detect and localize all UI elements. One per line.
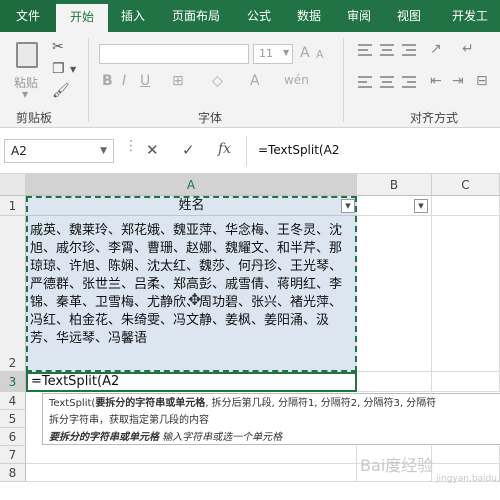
row-header-1[interactable]: 1 xyxy=(0,196,26,216)
copy-dropdown-icon[interactable]: ▼ xyxy=(70,66,76,74)
tab-formulas[interactable]: 公式 xyxy=(236,0,282,32)
tab-developer[interactable]: 开发工 xyxy=(440,0,500,32)
enter-icon[interactable]: ✓ xyxy=(182,141,195,159)
formula-bar: A2 ▼ ⋮ ✕ ✓ fx =TextSplit(A2 xyxy=(0,128,500,174)
group-divider xyxy=(343,38,344,122)
font-size-dropdown-icon[interactable]: ▼ xyxy=(283,49,289,57)
tooltip-argument-help: 要拆分的字符串或单元格 输入字符串或选一个单元格 xyxy=(49,432,283,443)
tab-review[interactable]: 审阅 xyxy=(336,0,382,32)
align-middle-icon[interactable] xyxy=(380,44,394,56)
font-color-icon[interactable]: A xyxy=(250,74,260,88)
move-cursor-icon: ✥ xyxy=(188,290,202,309)
cell-a8[interactable] xyxy=(26,464,357,482)
row-header-2[interactable]: 2 xyxy=(0,216,26,372)
phonetic-icon[interactable]: wén xyxy=(284,74,309,86)
tab-page-layout[interactable]: 页面布局 xyxy=(160,0,232,32)
paste-button[interactable]: 粘贴 ▼ xyxy=(8,38,48,99)
paste-label: 粘贴 xyxy=(14,76,39,90)
tooltip-description: 拆分字符串，获取指定第几段的内容 xyxy=(49,415,209,426)
fill-color-icon[interactable]: ◇ xyxy=(212,74,223,88)
more-options-icon[interactable]: ⋮ xyxy=(124,138,138,154)
font-group-label: 字体 xyxy=(198,111,223,125)
column-header-a[interactable]: A xyxy=(26,174,357,196)
tab-file[interactable]: 文件 xyxy=(0,0,56,32)
cell-c3[interactable] xyxy=(432,372,500,392)
row-header-8[interactable]: 8 xyxy=(0,464,26,482)
alignment-group-label: 对齐方式 xyxy=(410,111,459,125)
bold-icon[interactable]: B xyxy=(102,74,113,88)
align-top-icon[interactable] xyxy=(358,44,372,56)
name-box-value: A2 xyxy=(11,144,27,158)
row-header-6[interactable]: 6 xyxy=(0,428,26,446)
underline-icon[interactable]: U xyxy=(140,74,150,88)
row-header-3[interactable]: 3 xyxy=(0,372,26,392)
select-all-corner[interactable] xyxy=(0,174,26,196)
copy-icon[interactable]: ❐ xyxy=(52,62,65,76)
merge-center-icon[interactable]: ⊟ xyxy=(476,74,488,88)
format-painter-icon[interactable]: 🖌 xyxy=(52,84,70,98)
excel-window: 文件 开始 插入 页面布局 公式 数据 审阅 视图 开发工 粘贴 ▼ ✂ ❐ 🖌… xyxy=(0,0,500,500)
ribbon-home: 粘贴 ▼ ✂ ❐ 🖌 ▼ 剪贴板 11 ▼ A A B I U ⊞ ◇ A wé… xyxy=(0,32,500,128)
shrink-font-icon[interactable]: A xyxy=(316,49,324,60)
grow-font-icon[interactable]: A xyxy=(300,46,310,60)
cell-a7[interactable] xyxy=(26,446,357,464)
ribbon-tab-bar: 文件 开始 插入 页面布局 公式 数据 审阅 视图 开发工 xyxy=(0,0,500,32)
watermark-url: jingyan.baidu.com xyxy=(436,474,500,484)
row-header-4[interactable]: 4 xyxy=(0,392,26,410)
cell-c7[interactable] xyxy=(432,446,500,464)
orientation-icon[interactable]: ↗ xyxy=(430,42,442,56)
name-box[interactable]: A2 ▼ xyxy=(4,139,114,163)
align-center-icon[interactable] xyxy=(380,76,394,88)
cut-icon[interactable]: ✂ xyxy=(52,40,64,54)
border-icon[interactable]: ⊞ xyxy=(172,74,184,88)
formula-input[interactable]: =TextSplit(A2 xyxy=(252,139,500,163)
align-right-icon[interactable] xyxy=(402,76,416,88)
cancel-icon[interactable]: ✕ xyxy=(146,141,159,159)
tab-view[interactable]: 视图 xyxy=(386,0,432,32)
tab-data[interactable]: 数据 xyxy=(286,0,332,32)
clipboard-group-label: 剪贴板 xyxy=(16,111,53,125)
chevron-down-icon: ▼ xyxy=(100,146,107,156)
formula-divider xyxy=(246,136,247,166)
function-tooltip: TextSplit(要拆分的字符串或单元格, 拆分后第几段, 分隔符1, 分隔符… xyxy=(42,393,500,445)
align-bottom-icon[interactable] xyxy=(402,44,416,56)
filter-dropdown-icon[interactable]: ▼ xyxy=(341,199,355,213)
cell-a3-editing[interactable]: =TextSplit(A2 xyxy=(26,372,357,392)
cell-c1[interactable] xyxy=(432,196,500,216)
tooltip-signature: TextSplit(要拆分的字符串或单元格, 拆分后第几段, 分隔符1, 分隔符… xyxy=(49,398,437,409)
watermark-logo: Bai度经验 xyxy=(360,456,434,475)
clipboard-icon xyxy=(16,42,38,68)
decrease-indent-icon[interactable]: ⇤ xyxy=(430,74,442,88)
font-name-combo[interactable] xyxy=(99,44,249,64)
cell-a1[interactable]: 姓名 xyxy=(26,196,357,216)
cell-b2[interactable] xyxy=(357,216,432,372)
group-divider xyxy=(88,38,89,122)
tab-insert[interactable]: 插入 xyxy=(110,0,156,32)
filter-dropdown-icon[interactable]: ▼ xyxy=(414,199,428,213)
align-left-icon[interactable] xyxy=(358,76,372,88)
italic-icon[interactable]: I xyxy=(122,74,126,88)
cell-c2[interactable] xyxy=(432,216,500,372)
increase-indent-icon[interactable]: ⇥ xyxy=(452,74,464,88)
cell-b3[interactable] xyxy=(357,372,432,392)
row-header-7[interactable]: 7 xyxy=(0,446,26,464)
insert-function-icon[interactable]: fx xyxy=(218,141,231,157)
tab-home[interactable]: 开始 xyxy=(56,4,108,32)
row-header-5[interactable]: 5 xyxy=(0,410,26,428)
wrap-text-icon[interactable]: ↵ xyxy=(462,42,474,56)
column-header-c[interactable]: C xyxy=(432,174,500,196)
column-header-b[interactable]: B xyxy=(357,174,432,196)
chevron-down-icon: ▼ xyxy=(22,90,29,99)
